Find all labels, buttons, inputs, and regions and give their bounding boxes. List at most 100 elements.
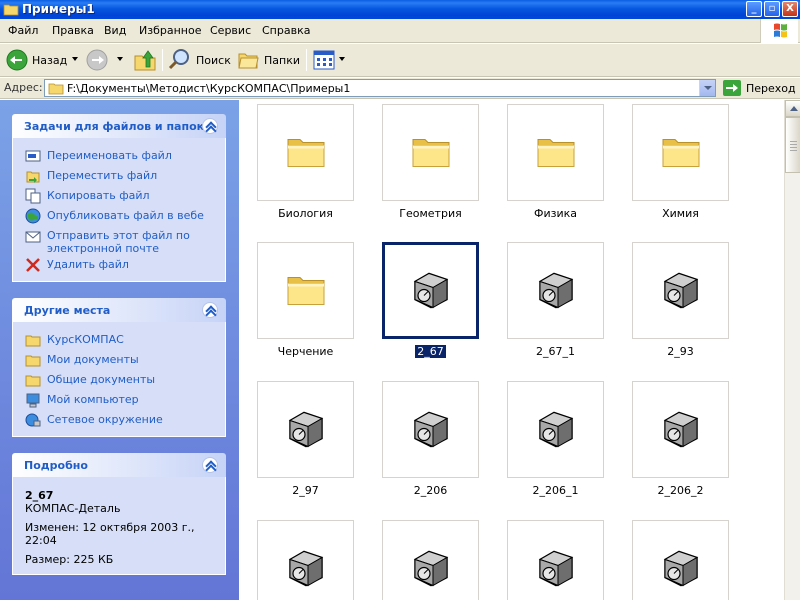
- details-header[interactable]: Подробно: [12, 453, 226, 477]
- address-input[interactable]: F:\Документы\Методист\КурсКОМПАС\Примеры…: [44, 79, 716, 97]
- file-tile[interactable]: [257, 104, 354, 201]
- menu-tools[interactable]: Сервис: [210, 24, 251, 37]
- task-rename-file[interactable]: Переименовать файл: [13, 146, 225, 166]
- place-kurs-kompas[interactable]: КурсКОМПАС: [13, 330, 225, 350]
- kompas-part-icon: [411, 267, 451, 314]
- folder-icon: [286, 271, 326, 310]
- minimize-button[interactable]: _: [746, 1, 762, 17]
- file-tile[interactable]: [632, 520, 729, 600]
- up-button[interactable]: [133, 47, 157, 73]
- menu-edit[interactable]: Правка: [52, 24, 94, 37]
- file-tile[interactable]: [507, 104, 604, 201]
- file-label[interactable]: Биология: [243, 207, 368, 220]
- place-network[interactable]: Сетевое окружение: [13, 410, 225, 430]
- file-label[interactable]: Химия: [618, 207, 743, 220]
- delete-icon: [26, 258, 40, 272]
- file-view: Биология Геометрия Физика Химия Черчение 2_67…: [239, 100, 784, 600]
- task-copy-file[interactable]: Копировать файл: [13, 186, 225, 206]
- folder-icon: [25, 335, 41, 347]
- maximize-button[interactable]: ▫: [764, 1, 780, 17]
- place-my-computer[interactable]: Мой компьютер: [13, 390, 225, 410]
- title-bar[interactable]: Примеры1 _ ▫ X: [0, 0, 800, 19]
- toolbar: Назад Поиск Папки: [0, 44, 800, 77]
- file-tile[interactable]: [632, 381, 729, 478]
- kompas-part-icon: [411, 406, 451, 453]
- file-label[interactable]: 2_206_1: [493, 484, 618, 497]
- file-label[interactable]: 2_97: [243, 484, 368, 497]
- file-name: 2_206_2: [657, 484, 704, 497]
- file-name: 2_206_1: [532, 484, 579, 497]
- menu-favorites[interactable]: Избранное: [139, 24, 201, 37]
- go-button[interactable]: Переход: [723, 79, 796, 97]
- file-label[interactable]: 2_206: [368, 484, 493, 497]
- views-button[interactable]: [313, 47, 335, 73]
- forward-button[interactable]: [86, 47, 108, 73]
- file-label[interactable]: 2_67: [368, 345, 493, 358]
- forward-dropdown-arrow[interactable]: [117, 57, 123, 61]
- kompas-part-icon: [661, 267, 701, 314]
- file-name: Биология: [278, 207, 333, 220]
- collapse-chevron-icon[interactable]: [202, 302, 218, 318]
- folder-icon: [661, 133, 701, 172]
- file-tile[interactable]: [382, 104, 479, 201]
- menu-help[interactable]: Справка: [262, 24, 310, 37]
- place-shared-documents[interactable]: Общие документы: [13, 370, 225, 390]
- folders-button[interactable]: Папки: [238, 47, 300, 73]
- file-name: Геометрия: [399, 207, 462, 220]
- file-tile[interactable]: [382, 242, 479, 339]
- menu-view[interactable]: Вид: [104, 24, 126, 37]
- file-label[interactable]: 2_206_2: [618, 484, 743, 497]
- place-label: Мой компьютер: [47, 393, 139, 406]
- task-delete-file[interactable]: Удалить файл: [13, 255, 225, 275]
- other-places-header[interactable]: Другие места: [12, 298, 226, 322]
- task-label: Опубликовать файл в вебе: [47, 209, 204, 222]
- collapse-chevron-icon[interactable]: [202, 118, 218, 134]
- file-name: 2_97: [292, 484, 319, 497]
- collapse-chevron-icon[interactable]: [202, 457, 218, 473]
- file-label[interactable]: 2_67_1: [493, 345, 618, 358]
- file-tile[interactable]: [507, 381, 604, 478]
- file-tile[interactable]: [257, 242, 354, 339]
- details-file-name: 2_67: [25, 489, 54, 502]
- close-button[interactable]: X: [782, 1, 798, 17]
- folders-label: Папки: [264, 53, 300, 67]
- file-tile[interactable]: [632, 104, 729, 201]
- folder-icon: [25, 355, 41, 367]
- file-tasks-header[interactable]: Задачи для файлов и папок: [12, 114, 226, 138]
- task-pane: Задачи для файлов и папок Переименовать …: [0, 100, 239, 600]
- file-tile[interactable]: [382, 520, 479, 600]
- file-tile[interactable]: [382, 381, 479, 478]
- file-tile[interactable]: [257, 520, 354, 600]
- task-label: Отправить этот файл по электронной почте: [47, 229, 190, 255]
- move-icon: [26, 171, 40, 183]
- task-send-email[interactable]: Отправить этот файл по электронной почте: [13, 226, 225, 255]
- menu-file[interactable]: Файл: [8, 24, 38, 37]
- address-dropdown-button[interactable]: [699, 80, 715, 96]
- file-tasks-body: Переименовать файл Переместить файл Копи…: [12, 138, 226, 282]
- file-tile[interactable]: [507, 242, 604, 339]
- file-label[interactable]: 2_93: [618, 345, 743, 358]
- file-name: 2_67: [415, 345, 446, 358]
- file-label[interactable]: Геометрия: [368, 207, 493, 220]
- task-publish-web[interactable]: Опубликовать файл в вебе: [13, 206, 225, 226]
- task-label: Удалить файл: [47, 258, 129, 271]
- vertical-scrollbar[interactable]: [784, 100, 800, 600]
- file-label[interactable]: Черчение: [243, 345, 368, 358]
- file-name: 2_206: [413, 484, 448, 497]
- file-tile[interactable]: [507, 520, 604, 600]
- folder-icon: [48, 83, 64, 95]
- back-dropdown-arrow[interactable]: [72, 57, 78, 61]
- file-label[interactable]: Физика: [493, 207, 618, 220]
- network-icon: [25, 413, 41, 427]
- search-button[interactable]: Поиск: [168, 47, 231, 73]
- toolbar-separator: [162, 49, 163, 71]
- scroll-up-button[interactable]: [785, 100, 800, 117]
- task-move-file[interactable]: Переместить файл: [13, 166, 225, 186]
- copy-icon: [25, 188, 41, 204]
- place-my-documents[interactable]: Мои документы: [13, 350, 225, 370]
- scroll-thumb[interactable]: [785, 117, 800, 173]
- file-tile[interactable]: [632, 242, 729, 339]
- views-dropdown-arrow[interactable]: [339, 57, 345, 61]
- back-button[interactable]: Назад: [6, 47, 67, 73]
- file-tile[interactable]: [257, 381, 354, 478]
